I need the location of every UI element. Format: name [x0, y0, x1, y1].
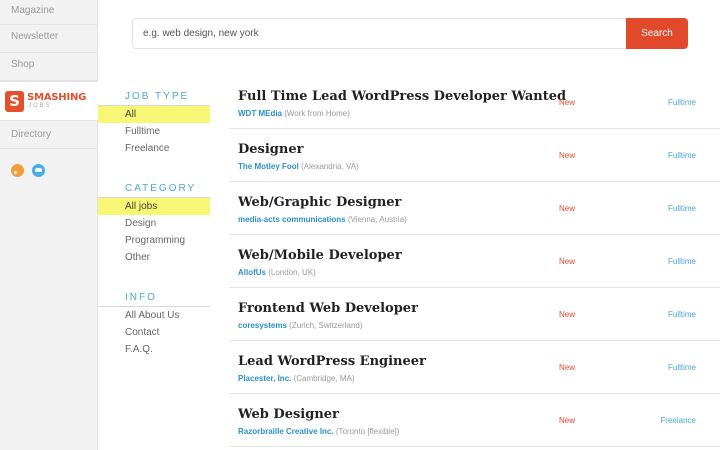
job-row[interactable]: Web/Graphic Designer media-acts communic… [229, 182, 720, 235]
job-list: Full Time Lead WordPress Developer Wante… [229, 76, 720, 447]
job-company[interactable]: coresystems [238, 321, 287, 330]
logo-text: SMASHING [27, 92, 87, 103]
job-title[interactable]: Full Time Lead WordPress Developer Wante… [238, 89, 566, 105]
job-company[interactable]: Placester, Inc. [238, 374, 291, 383]
logo-mark-icon: S [5, 91, 24, 112]
job-status-badge: New [559, 363, 576, 372]
filter-list-info: All About Us Contact F.A.Q. [98, 306, 210, 358]
job-row[interactable]: Web/Mobile Developer AllofUs (London, UK… [229, 235, 720, 288]
job-row[interactable]: Designer The Motley Fool (Alexandria, VA… [229, 129, 720, 182]
job-location: (London, UK) [268, 268, 316, 277]
left-nav: Magazine Newsletter Shop S SMASHING JOBS… [0, 0, 98, 450]
filter-item-freelance[interactable]: Freelance [98, 140, 210, 157]
job-location: (Cambridge, MA) [293, 374, 355, 383]
twitter-icon[interactable] [32, 164, 45, 177]
info-link-about[interactable]: All About Us [98, 307, 210, 324]
job-title[interactable]: Web Designer [238, 407, 339, 423]
job-type-label: Fulltime [667, 151, 696, 160]
job-meta: coresystems (Zurich, Switzerland) [238, 321, 363, 331]
job-company[interactable]: Razorbraille Creative Inc. [238, 427, 334, 436]
nav-directory[interactable]: Directory [0, 122, 98, 149]
filter-item-all-jobs[interactable]: All jobs [98, 198, 210, 215]
job-title[interactable]: Lead WordPress Engineer [238, 354, 426, 370]
filter-item-all[interactable]: All [98, 106, 210, 123]
filter-item-programming[interactable]: Programming [98, 232, 210, 249]
job-location: (Alexandria, VA) [301, 162, 359, 171]
filter-heading-info: INFO [125, 292, 157, 303]
job-meta: media-acts communications (Vienna, Austr… [238, 215, 407, 225]
filter-item-design[interactable]: Design [98, 215, 210, 232]
job-location: (Toronto [flexible]) [335, 427, 400, 436]
job-meta: WDT MEdia (Work from Home) [238, 109, 350, 119]
search-input[interactable] [132, 18, 626, 49]
job-row[interactable]: Frontend Web Developer coresystems (Zuri… [229, 288, 720, 341]
job-status-badge: New [559, 204, 576, 213]
filter-section-info: INFO All About Us Contact F.A.Q. [98, 292, 210, 358]
job-location: (Work from Home) [284, 109, 350, 118]
filter-item-other[interactable]: Other [98, 249, 210, 266]
job-status-badge: New [559, 257, 576, 266]
job-title[interactable]: Frontend Web Developer [238, 301, 418, 317]
job-location: (Vienna, Austria) [347, 215, 407, 224]
filter-section-category: CATEGORY All jobs Design Programming Oth… [98, 183, 210, 266]
logo-subtext: JOBS [28, 103, 52, 109]
job-row[interactable]: Lead WordPress Engineer Placester, Inc. … [229, 341, 720, 394]
filter-list-job-type: All Fulltime Freelance [98, 105, 210, 157]
job-type-label: Fulltime [667, 310, 696, 319]
job-row[interactable]: Web Designer Razorbraille Creative Inc. … [229, 394, 720, 447]
job-status-badge: New [559, 310, 576, 319]
job-type-label: Fulltime [667, 98, 696, 107]
filter-list-category: All jobs Design Programming Other [98, 197, 210, 266]
job-company[interactable]: WDT MEdia [238, 109, 282, 118]
nav-magazine[interactable]: Magazine [0, 0, 97, 25]
app: Magazine Newsletter Shop S SMASHING JOBS… [0, 0, 720, 450]
filter-heading-job-type: JOB TYPE [125, 91, 190, 102]
job-type-label: Fulltime [667, 257, 696, 266]
job-location: (Zurich, Switzerland) [289, 321, 363, 330]
nav-shop[interactable]: Shop [0, 53, 97, 81]
job-meta: Razorbraille Creative Inc. (Toronto [fle… [238, 427, 399, 437]
info-link-faq[interactable]: F.A.Q. [98, 341, 210, 358]
job-status-badge: New [559, 416, 576, 425]
job-type-label: Fulltime [667, 363, 696, 372]
job-status-badge: New [559, 151, 576, 160]
job-status-badge: New [559, 98, 576, 107]
filter-section-job-type: JOB TYPE All Fulltime Freelance [98, 91, 210, 157]
job-type-label: Fulltime [667, 204, 696, 213]
filter-heading-category: CATEGORY [125, 183, 197, 194]
nav-newsletter[interactable]: Newsletter [0, 25, 97, 53]
job-row[interactable]: Full Time Lead WordPress Developer Wante… [229, 76, 720, 129]
job-title[interactable]: Web/Graphic Designer [238, 195, 401, 211]
job-title[interactable]: Designer [238, 142, 303, 158]
job-company[interactable]: The Motley Fool [238, 162, 299, 171]
job-type-label: Freelance [660, 416, 696, 425]
job-company[interactable]: media-acts communications [238, 215, 346, 224]
job-meta: Placester, Inc. (Cambridge, MA) [238, 374, 355, 384]
rss-icon[interactable] [11, 164, 24, 177]
search-button[interactable]: Search [626, 18, 688, 49]
job-title[interactable]: Web/Mobile Developer [238, 248, 402, 264]
job-meta: The Motley Fool (Alexandria, VA) [238, 162, 359, 172]
filter-item-fulltime[interactable]: Fulltime [98, 123, 210, 140]
job-company[interactable]: AllofUs [238, 268, 266, 277]
smashing-jobs-logo[interactable]: S SMASHING JOBS [0, 81, 98, 121]
job-meta: AllofUs (London, UK) [238, 268, 316, 278]
info-link-contact[interactable]: Contact [98, 324, 210, 341]
